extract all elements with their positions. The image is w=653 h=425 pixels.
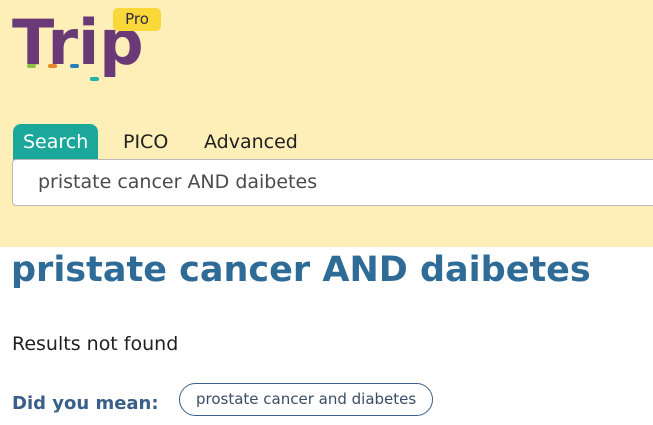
- search-box: [12, 159, 653, 206]
- logo-accent-3: [70, 64, 79, 68]
- logo-accent-4: [90, 77, 99, 81]
- page-title: pristate cancer AND daibetes: [11, 250, 591, 290]
- tab-search[interactable]: Search: [13, 124, 99, 160]
- tab-pico[interactable]: PICO: [123, 124, 168, 160]
- suggestion-button[interactable]: prostate cancer and diabetes: [179, 383, 434, 416]
- logo-accent-2: [48, 64, 57, 68]
- tab-advanced[interactable]: Advanced: [204, 124, 298, 160]
- results-status: Results not found: [12, 333, 179, 355]
- header: Trip Pro Search PICO Advanced: [0, 0, 653, 247]
- pro-badge: Pro: [113, 8, 161, 31]
- search-input[interactable]: [38, 160, 638, 205]
- logo-accent-1: [27, 64, 36, 68]
- did-you-mean-label: Did you mean:: [12, 393, 159, 414]
